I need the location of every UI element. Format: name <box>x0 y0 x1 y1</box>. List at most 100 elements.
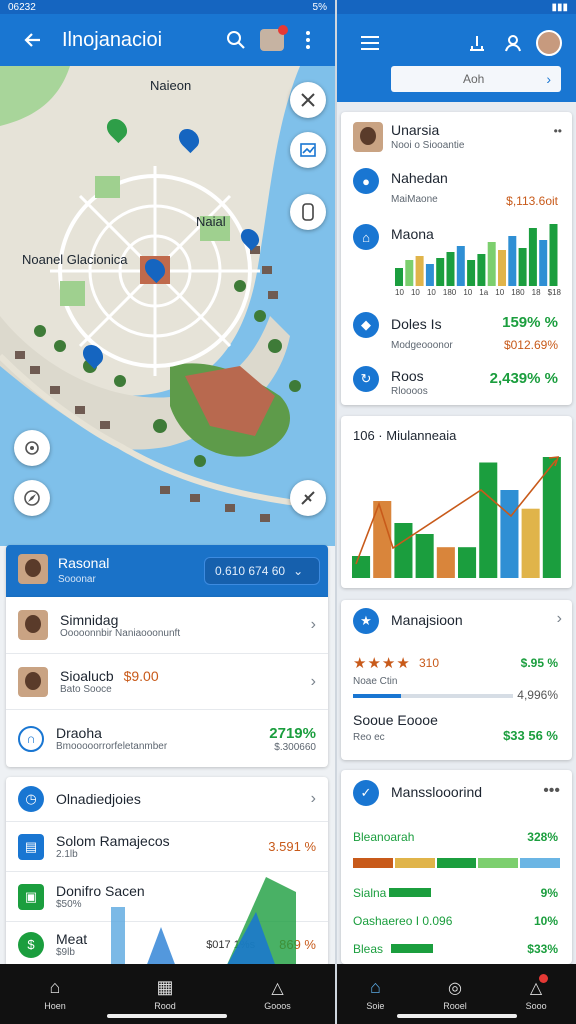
tick-label: $18 <box>547 288 561 297</box>
list-item-subtitle: $9lb <box>56 947 75 958</box>
row-title: Sooue Eoooe <box>353 712 438 728</box>
user-icon[interactable] <box>498 28 528 58</box>
list-item[interactable]: $ Meat $9lb $017 1%s 869 % <box>6 921 328 967</box>
segment <box>394 858 435 868</box>
clock-icon: ◷ <box>18 786 44 812</box>
chart-bar <box>394 523 413 578</box>
more-icon[interactable]: •• <box>554 124 562 138</box>
chevron-right-icon: › <box>310 672 316 690</box>
list-item-value: 2719% <box>269 724 316 742</box>
list-item[interactable]: Sioalucb $9.00 Bato Sooce › <box>6 653 328 709</box>
breakdown-row-title: Bleas <box>353 942 384 956</box>
nav-label: Sooo <box>525 1000 547 1011</box>
bottom-nav: ⌂ Hoen ▦ Rood △ Gooos <box>0 964 335 1024</box>
tick-label: 180 <box>511 288 525 297</box>
list-item-subtitle: $50% <box>56 899 82 910</box>
app-title: Ilnojanacioi <box>62 28 163 51</box>
notification-avatar-icon[interactable] <box>257 25 288 55</box>
nav-label: Rood <box>154 1001 176 1011</box>
chart-bar <box>500 490 519 578</box>
list-item-title: Sioalucb <box>60 668 114 684</box>
row-subtitle: Modgeooonor <box>391 340 453 351</box>
list-item-title: Solom Ramajecos <box>56 833 170 849</box>
left-phone-screen: 06232 5% Ilnojanacioi Naieon Naial Noane… <box>0 0 335 1024</box>
chevron-right-icon: › <box>310 616 316 633</box>
more-icon[interactable]: ••• <box>543 782 560 800</box>
map-view[interactable]: Naieon Naial Noanel Glacionica <box>0 66 335 546</box>
search-field[interactable]: Aoh › <box>391 66 561 92</box>
row-secondary-value: $012.69% <box>503 338 558 352</box>
gesture-icon[interactable] <box>290 480 326 516</box>
breakdown-row-title: Bleanoarah <box>353 830 415 844</box>
bar-chart-card: 106 · Miulanneaia <box>341 416 572 588</box>
profile-pill-text: 0.610 674 60 <box>215 564 286 578</box>
phone-icon[interactable] <box>290 194 326 230</box>
list-item[interactable]: Simnidag Ooooonnbir Naniaooonunft › <box>6 597 328 653</box>
tick-label: 10 <box>410 288 420 297</box>
shield-icon: ◆ <box>353 312 379 338</box>
nav-profile[interactable]: △ Gooos <box>264 978 291 1011</box>
search-icon[interactable] <box>221 25 251 55</box>
progress-label: Noae Ctin <box>353 676 398 687</box>
dollar-icon: $ <box>18 931 44 958</box>
location-button[interactable] <box>14 430 50 466</box>
download-icon[interactable] <box>462 28 492 58</box>
rating-card: ★ Manajsioon › ★★★★ 310 $.95 % Noae Ctin… <box>341 600 572 760</box>
breakdown-row-value: $33% <box>527 942 558 956</box>
breakdown-title: Mansslooorind <box>391 784 483 800</box>
nav-grid[interactable]: ▦ Rood <box>154 977 176 1011</box>
list-item-title: Simnidag <box>60 611 119 628</box>
list-item[interactable]: ▣ Donifro Sacen $50% <box>6 871 328 921</box>
list-item[interactable]: ∩ Draoha Bmooooorrorfeletanmber 2719% $.… <box>6 709 328 767</box>
chevron-right-icon: › <box>310 790 316 807</box>
nav-home[interactable]: ⌂ Hoen <box>44 977 66 1011</box>
breakdown-row-value: 328% <box>527 830 558 844</box>
avatar <box>18 610 48 640</box>
list-item-subtitle: Bmooooorrorfeletanmber <box>56 741 168 752</box>
layers-button[interactable] <box>290 82 326 118</box>
nav-home[interactable]: ⌂ Soie <box>366 977 384 1011</box>
home-indicator <box>107 1014 227 1018</box>
rating-card-title: Manajsioon <box>391 612 463 628</box>
segment <box>478 858 519 868</box>
mini-bar <box>415 256 424 286</box>
mini-bar <box>425 264 434 286</box>
person-icon: ● <box>353 168 379 194</box>
back-arrow-icon[interactable] <box>18 25 48 55</box>
details-card-header[interactable]: ◷ Olnadiedjoies › <box>6 777 328 821</box>
nav-alerts[interactable]: △ Sooo <box>525 973 549 1011</box>
breakdown-row-bar <box>391 944 433 953</box>
list-item-title: Meat <box>56 931 88 947</box>
breakdown-row-value: 9% <box>540 886 558 900</box>
chart-toggle-button[interactable] <box>290 132 326 168</box>
menu-icon[interactable] <box>355 28 385 58</box>
list-item-title: Draoha <box>56 725 102 741</box>
compass-icon[interactable] <box>14 480 50 516</box>
mini-bar <box>539 240 548 286</box>
mini-bar <box>395 268 403 286</box>
row-title: Roos <box>391 368 424 384</box>
profile-pill[interactable]: 0.610 674 60 ⌄ <box>204 557 320 585</box>
status-battery: 5% <box>312 1 327 13</box>
mini-bar <box>477 254 486 286</box>
profile-banner[interactable]: Rasonal Sooonar 0.610 674 60 ⌄ <box>6 545 328 597</box>
row-title: Doles Is <box>391 316 442 332</box>
chevron-down-icon: ⌄ <box>293 564 304 578</box>
nav-explore[interactable]: ◎ Rooel <box>443 978 467 1011</box>
avatar[interactable] <box>534 28 564 58</box>
mini-bar <box>518 248 527 286</box>
breakdown-row-value: 10% <box>533 914 558 928</box>
chart-bar <box>542 457 561 578</box>
more-vert-icon[interactable] <box>293 25 323 55</box>
rating-stars: ★★★★ <box>353 655 411 672</box>
breakdown-card: ✓ Mansslooorind ••• Bleanoarah 328% Sial… <box>341 770 572 964</box>
mini-bar <box>467 260 476 286</box>
overview-card: Unarsia Nooi o Siooantie •• ● Nahedan Ma… <box>341 112 572 405</box>
list-item[interactable]: ▤ Solom Ramajecos 2.1lb 3.591 % <box>6 821 328 871</box>
compass-icon: ◎ <box>448 979 462 997</box>
list-item-title: Donifro Sacen <box>56 883 145 899</box>
chevron-right-icon[interactable]: › <box>557 610 562 628</box>
segment <box>353 858 393 868</box>
details-card: ◷ Olnadiedjoies › ▤ Solom Ramajecos 2.1l… <box>6 777 328 967</box>
chart-bar <box>479 462 498 578</box>
